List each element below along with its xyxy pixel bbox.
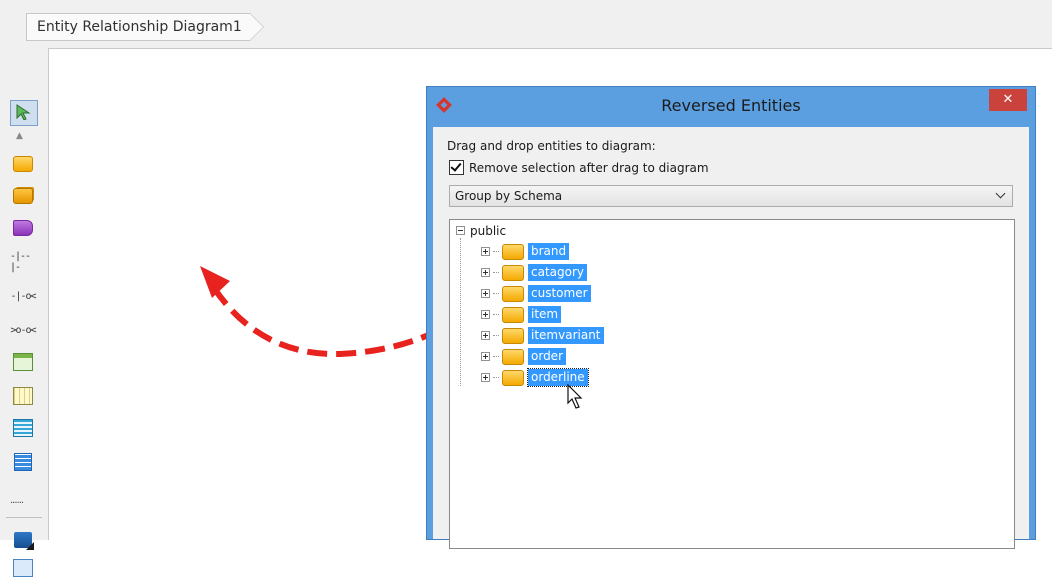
one-to-many-relationship-button[interactable]: -|-o<: [10, 284, 36, 308]
package-tool-button[interactable]: [10, 556, 36, 580]
folder-tool-button[interactable]: [10, 528, 36, 552]
table-icon: [13, 353, 33, 371]
breadcrumb: Entity Relationship Diagram1: [0, 0, 1052, 49]
entity-icon: [502, 243, 524, 260]
drag-instruction-label: Drag and drop entities to diagram:: [447, 139, 656, 153]
expand-icon[interactable]: [481, 268, 490, 277]
expand-icon[interactable]: [481, 352, 490, 361]
group-by-selected-value: Group by Schema: [455, 189, 563, 203]
schema-label: public: [470, 223, 507, 238]
expand-icon[interactable]: [481, 247, 490, 256]
dialog-title: Reversed Entities: [661, 96, 801, 115]
document-tool-button[interactable]: [10, 450, 36, 474]
one-to-many-relationship-icon: -|-o<: [10, 290, 36, 302]
tree-connector: [493, 251, 499, 252]
entity-label[interactable]: item: [528, 306, 562, 323]
tree-node-entity[interactable]: order: [481, 347, 566, 366]
tree-node-schema[interactable]: public: [456, 221, 508, 240]
tree-node-entity[interactable]: brand: [481, 242, 570, 261]
entity-label[interactable]: brand: [528, 243, 570, 260]
tree-node-entity[interactable]: item: [481, 305, 562, 324]
entity-tree[interactable]: public brand catagory customer item item…: [449, 219, 1015, 549]
remove-selection-label[interactable]: Remove selection after drag to diagram: [469, 161, 709, 175]
entity-alt-tool-button[interactable]: [10, 184, 36, 208]
entity-icon: [13, 156, 33, 172]
breadcrumb-diagram-tab[interactable]: Entity Relationship Diagram1: [26, 13, 264, 41]
dotted-line-icon[interactable]: ......: [10, 495, 24, 506]
view-tool-button[interactable]: [10, 216, 36, 240]
tree-connector: [493, 293, 499, 294]
entity-stack-icon: [13, 188, 33, 204]
entity-icon: [502, 264, 524, 281]
list-tool-button[interactable]: [10, 416, 36, 440]
entity-icon: [502, 285, 524, 302]
remove-selection-option[interactable]: Remove selection after drag to diagram: [449, 160, 709, 175]
expand-icon[interactable]: [481, 331, 490, 340]
entity-icon: [502, 348, 524, 365]
tree-node-entity[interactable]: catagory: [481, 263, 588, 282]
expand-icon[interactable]: [481, 373, 490, 382]
entity-icon: [502, 327, 524, 344]
tree-node-entity[interactable]: itemvariant: [481, 326, 604, 345]
entity-label[interactable]: customer: [528, 285, 591, 302]
entity-tool-button[interactable]: [10, 152, 36, 176]
tree-node-entity[interactable]: customer: [481, 284, 591, 303]
package-icon: [13, 559, 33, 577]
scroll-up-icon[interactable]: ▲: [16, 131, 23, 141]
diagram-toolbar-palette: ▲ -|--|- -|-o< >o-o< ......: [0, 48, 49, 577]
entity-label[interactable]: catagory: [528, 264, 588, 281]
dialog-body: Drag and drop entities to diagram: Remov…: [433, 127, 1029, 549]
folder-icon: [14, 532, 32, 548]
grid-icon: [13, 387, 33, 405]
tree-connector: [493, 272, 499, 273]
table-tool-button[interactable]: [10, 350, 36, 374]
entity-icon: [502, 306, 524, 323]
reversed-entities-dialog: Reversed Entities ✕ Drag and drop entiti…: [426, 86, 1036, 549]
tree-connector: [493, 335, 499, 336]
collapse-icon[interactable]: [456, 226, 465, 235]
close-button[interactable]: ✕: [989, 89, 1027, 111]
tree-connector: [493, 356, 499, 357]
view-icon: [13, 220, 33, 236]
document-icon: [14, 453, 32, 471]
selection-arrow-icon: [16, 104, 31, 120]
many-to-many-relationship-button[interactable]: >o-o<: [10, 318, 36, 342]
group-by-dropdown[interactable]: Group by Schema: [449, 185, 1013, 207]
tree-connector: [493, 377, 499, 378]
remove-selection-checkbox[interactable]: [449, 160, 464, 175]
one-to-one-relationship-button[interactable]: -|--|-: [10, 250, 36, 274]
selection-tool-button[interactable]: [10, 100, 38, 126]
one-to-one-relationship-icon: -|--|-: [10, 251, 31, 273]
entity-icon: [502, 369, 524, 386]
chevron-down-icon: [995, 188, 1006, 199]
palette-divider: [6, 517, 42, 518]
list-icon: [13, 419, 33, 437]
dialog-titlebar[interactable]: Reversed Entities ✕: [427, 87, 1035, 127]
tree-guide-line: [460, 238, 461, 386]
mouse-pointer-icon: [567, 384, 583, 409]
entity-label[interactable]: itemvariant: [528, 327, 604, 344]
grid-tool-button[interactable]: [10, 384, 36, 408]
entity-label[interactable]: order: [528, 348, 566, 365]
expand-icon[interactable]: [481, 310, 490, 319]
expand-icon[interactable]: [481, 289, 490, 298]
tree-connector: [493, 314, 499, 315]
many-to-many-relationship-icon: >o-o<: [10, 324, 36, 336]
